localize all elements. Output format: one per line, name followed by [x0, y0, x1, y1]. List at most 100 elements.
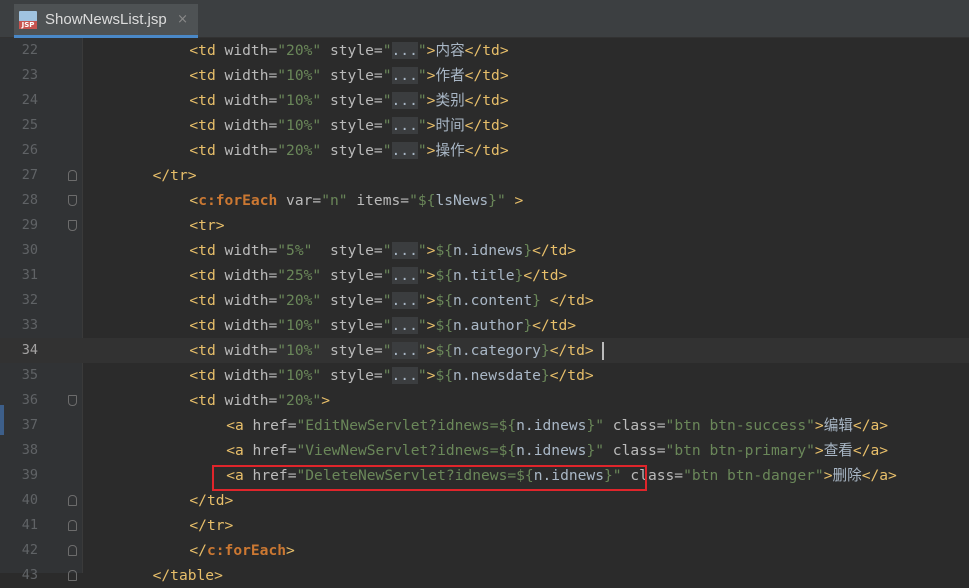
code-line[interactable]: 33 <td width="10%" style="...">${n.author…	[0, 313, 969, 338]
code-token: <td	[189, 92, 225, 109]
jsp-file-icon: JSP	[19, 10, 37, 29]
line-number: 25	[21, 117, 38, 133]
code-token: "10%"	[277, 342, 322, 359]
code-token: >	[286, 542, 295, 559]
code-line[interactable]: 34 <td width="10%" style="...">${n.catego…	[0, 338, 969, 363]
code-text: </tr>	[189, 513, 233, 538]
fold-marker-icon[interactable]	[68, 570, 77, 581]
code-token: n.idnews	[516, 417, 587, 434]
code-line[interactable]: 30 <td width="5%" style="...">${n.idnews}…	[0, 238, 969, 263]
code-token: "btn btn-primary"	[665, 442, 815, 459]
line-number: 26	[21, 142, 38, 158]
code-token: "10%"	[277, 67, 322, 84]
code-token: 时间	[435, 117, 465, 134]
code-token: style=	[321, 67, 383, 84]
code-token: "btn btn-danger"	[683, 467, 824, 484]
code-token: "20%"	[277, 142, 322, 159]
code-token: </td>	[464, 142, 509, 159]
line-number: 35	[21, 367, 38, 383]
code-token: n.category	[453, 342, 541, 359]
code-token: width=	[224, 42, 278, 59]
red-highlight-box	[212, 465, 647, 491]
code-line[interactable]: 25 <td width="10%" style="...">时间</td>	[0, 113, 969, 138]
code-token: n.author	[453, 317, 524, 334]
fold-marker-icon[interactable]	[68, 170, 77, 181]
code-token: }	[540, 342, 550, 359]
code-line[interactable]: 41 </tr>	[0, 513, 969, 538]
fold-marker-icon[interactable]	[68, 220, 77, 231]
code-token: </td>	[464, 67, 509, 84]
code-token: href=	[252, 442, 297, 459]
close-icon[interactable]: ×	[177, 12, 188, 27]
code-token: "n"	[321, 192, 348, 209]
code-token: ...	[391, 67, 418, 84]
fold-marker-icon[interactable]	[68, 495, 77, 506]
code-line[interactable]: 40 </td>	[0, 488, 969, 513]
code-token: <td	[189, 142, 225, 159]
code-token: "btn btn-success"	[665, 417, 815, 434]
code-text: <td width="5%" style="...">${n.idnews}</…	[189, 238, 576, 263]
code-line[interactable]: 28 <c:forEach var="n" items="${lsNews}" >	[0, 188, 969, 213]
code-token: >	[814, 442, 824, 459]
code-line[interactable]: 22 <td width="20%" style="...">内容</td>	[0, 38, 969, 63]
code-text: </tr>	[153, 163, 197, 188]
code-line[interactable]: 24 <td width="10%" style="...">类别</td>	[0, 88, 969, 113]
code-token: style=	[321, 292, 383, 309]
code-token: n.idnews	[453, 242, 524, 259]
code-line[interactable]: 37 <a href="EditNewServlet?idnews=${n.idn…	[0, 413, 969, 438]
code-token: "10%"	[277, 117, 322, 134]
code-token: ...	[391, 292, 418, 309]
file-tab[interactable]: JSP ShowNewsList.jsp ×	[14, 4, 198, 38]
code-line[interactable]: 23 <td width="10%" style="...">作者</td>	[0, 63, 969, 88]
code-token: >	[321, 392, 330, 409]
code-line[interactable]: 32 <td width="20%" style="...">${n.conten…	[0, 288, 969, 313]
code-token: <a	[226, 442, 253, 459]
code-token: "	[417, 342, 427, 359]
code-token: "	[417, 292, 427, 309]
code-token: <td	[189, 367, 225, 384]
code-token: ...	[391, 92, 418, 109]
fold-marker-icon[interactable]	[68, 395, 77, 406]
code-token: ${	[435, 342, 454, 359]
code-line[interactable]: 43 </table>	[0, 563, 969, 588]
code-text: </td>	[189, 488, 233, 513]
fold-marker-icon[interactable]	[68, 545, 77, 556]
code-line[interactable]: 29 <tr>	[0, 213, 969, 238]
code-token: "	[382, 92, 392, 109]
code-token: </a>	[852, 417, 889, 434]
code-token: style=	[321, 117, 383, 134]
code-token: </tr>	[189, 517, 234, 534]
code-token: </td>	[464, 42, 509, 59]
code-token: 操作	[435, 142, 465, 159]
code-line[interactable]: 31 <td width="25%" style="...">${n.title}…	[0, 263, 969, 288]
code-line[interactable]: 27 </tr>	[0, 163, 969, 188]
code-token: "	[382, 317, 392, 334]
code-line[interactable]: 38 <a href="ViewNewServlet?idnews=${n.idn…	[0, 438, 969, 463]
code-token: style=	[321, 317, 383, 334]
code-token: <td	[189, 67, 225, 84]
code-text: <tr>	[189, 213, 224, 238]
code-text: <td width="20%">	[189, 388, 330, 413]
line-number: 42	[21, 542, 38, 558]
code-token: width=	[224, 242, 278, 259]
code-token: "	[382, 117, 392, 134]
code-token: 编辑	[823, 417, 853, 434]
code-token: "	[382, 242, 392, 259]
code-line[interactable]: 42 </c:forEach>	[0, 538, 969, 563]
code-token: "${	[409, 192, 436, 209]
code-line[interactable]: 35 <td width="10%" style="...">${n.newsda…	[0, 363, 969, 388]
code-token: <	[189, 192, 199, 209]
code-token: <td	[189, 342, 225, 359]
line-number: 34	[21, 342, 38, 358]
line-number: 32	[21, 292, 38, 308]
code-token: class=	[604, 442, 666, 459]
code-line[interactable]: 36 <td width="20%">	[0, 388, 969, 413]
code-token: n.idnews	[516, 442, 587, 459]
code-token: style=	[321, 42, 383, 59]
code-line[interactable]: 26 <td width="20%" style="...">操作</td>	[0, 138, 969, 163]
fold-marker-icon[interactable]	[68, 195, 77, 206]
fold-marker-icon[interactable]	[68, 520, 77, 531]
code-token: ${	[435, 292, 454, 309]
code-token: "	[382, 142, 392, 159]
code-token: "	[382, 367, 392, 384]
